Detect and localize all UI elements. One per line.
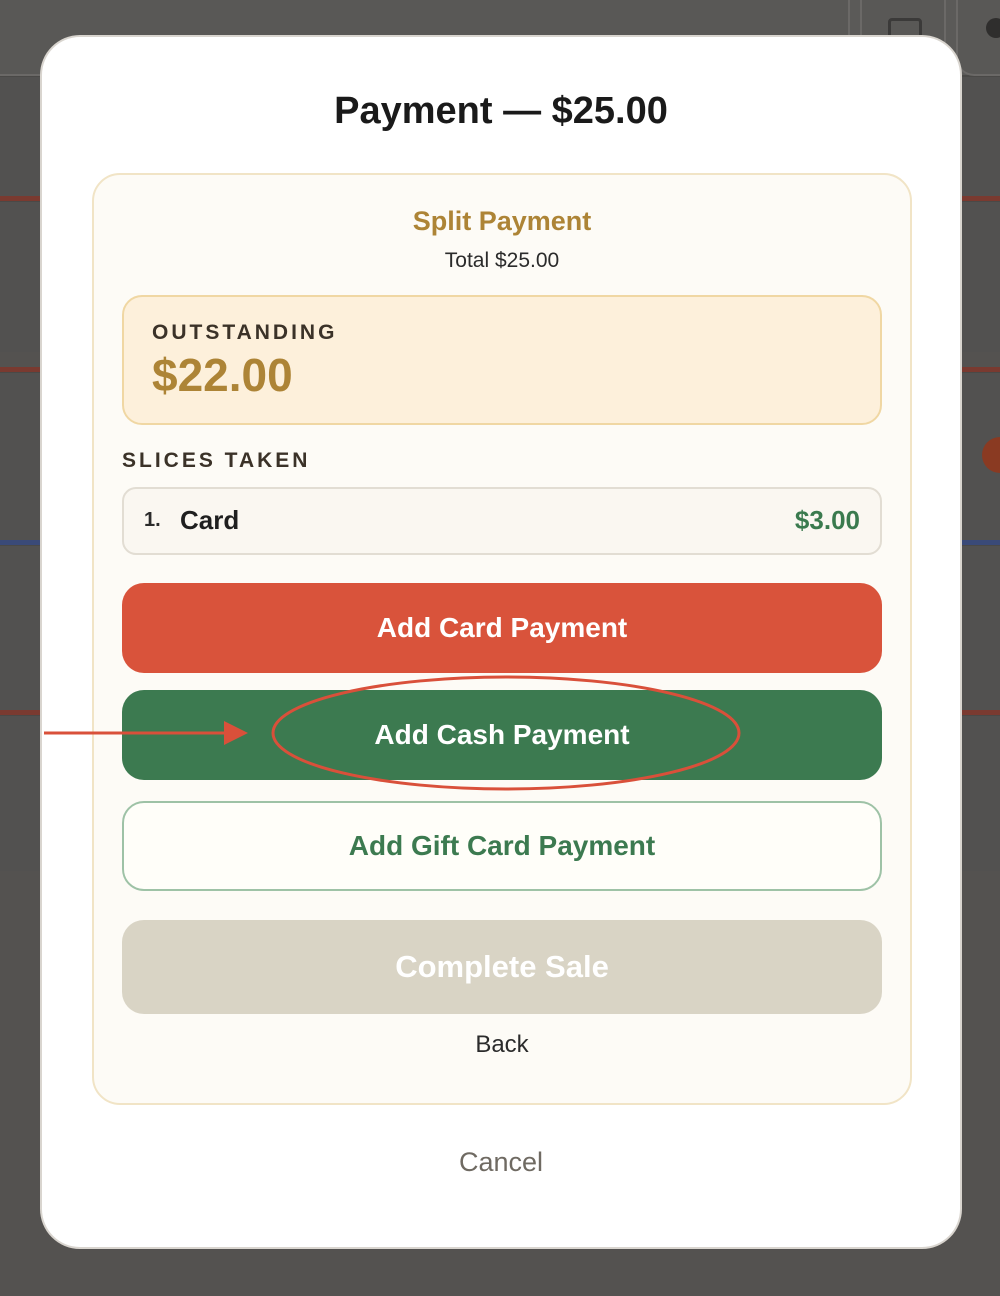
outstanding-box: OUTSTANDING $22.00 [122, 295, 882, 425]
slice-amount: $3.00 [794, 505, 860, 535]
user-icon [986, 18, 1000, 38]
complete-sale-button[interactable]: Complete Sale [122, 920, 882, 1014]
split-total-text: Total $25.00 [444, 249, 560, 272]
slice-row: 1. Card $3.00 [122, 487, 882, 555]
add-card-payment-button[interactable]: Add Card Payment [122, 583, 882, 673]
slice-number: 1. [144, 509, 161, 531]
add-cash-payment-button[interactable]: Add Cash Payment [122, 690, 882, 780]
outstanding-amount: $22.00 [152, 349, 293, 401]
split-payment-panel: Split Payment Total $25.00 OUTSTANDING $… [92, 173, 912, 1105]
slices-taken-label: SLICES TAKEN [122, 449, 311, 472]
background-user-button [956, 0, 1000, 76]
back-link[interactable]: Back [94, 1031, 910, 1059]
cancel-link[interactable]: Cancel [42, 1147, 960, 1178]
split-payment-title: Split Payment [412, 206, 592, 236]
payment-modal: Payment — $25.00 Split Payment Total $25… [42, 37, 960, 1247]
slice-method: Card [180, 505, 240, 535]
modal-title: Payment — $25.00 [334, 90, 668, 132]
outstanding-label: OUTSTANDING [152, 321, 338, 344]
add-gift-card-payment-button[interactable]: Add Gift Card Payment [122, 801, 882, 891]
